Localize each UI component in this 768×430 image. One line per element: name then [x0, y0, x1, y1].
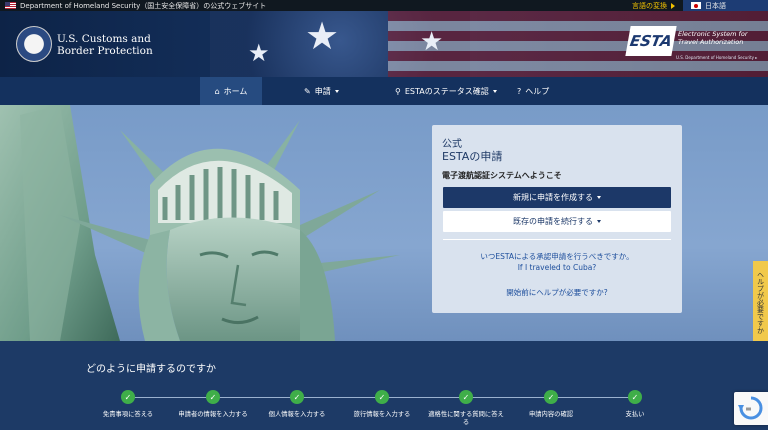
esta-logo-text: Electronic System for Travel Authorizati…: [678, 30, 748, 46]
nav-home[interactable]: ⌂ ホーム: [200, 77, 262, 105]
pencil-icon: ✎: [304, 86, 311, 96]
language-change-label: 言語の変換: [632, 1, 667, 10]
step-check-icon: ✓: [375, 390, 389, 404]
esta-logo-mark: ESTA: [625, 26, 677, 56]
gov-site-text: Department of Homeland Security（国土安全保障省）…: [20, 1, 267, 10]
language-switcher: 言語の変換 日本語: [624, 0, 768, 11]
nav-status-label: ESTAのステータス確認: [404, 86, 489, 96]
step-label: 適格性に関する質問に答える: [428, 411, 504, 426]
steps-title: どのように申請するのですか: [86, 364, 216, 375]
nav-apply-label: 申請: [314, 86, 331, 96]
step-check-icon: ✓: [628, 390, 642, 404]
welcome-panel: 公式 ESTAの申請 電子渡航認証システムへようこそ 新規に申請を作成する 既存…: [432, 125, 682, 313]
statue-of-liberty-image: [0, 105, 400, 341]
language-select[interactable]: 日本語: [683, 0, 768, 11]
esta-logo-line1: Electronic System for: [678, 30, 748, 38]
question-circle-icon: ?: [517, 86, 522, 96]
nav-apply[interactable]: ✎ 申請: [304, 77, 339, 105]
dhs-seal-logo[interactable]: [16, 26, 52, 62]
panel-title: ESTAの申請: [442, 150, 503, 163]
step-label: 支払い: [625, 411, 645, 418]
nav-help[interactable]: ? ヘルプ: [517, 77, 549, 105]
agency-name-line2: Border Protection: [57, 45, 153, 57]
star-icon: ★: [420, 27, 444, 57]
language-current-label: 日本語: [705, 1, 726, 10]
esta-logo[interactable]: ESTA Electronic System for Travel Author…: [625, 26, 760, 66]
japan-flag-icon: [691, 2, 701, 9]
panel-divider: [443, 239, 671, 240]
agency-name[interactable]: U.S. Customs and Border Protection: [57, 33, 153, 57]
arrow-right-icon: [671, 2, 675, 9]
us-flag-icon: [5, 2, 16, 9]
main-nav: ⌂ ホーム ✎ 申請 ⚲ ESTAのステータス確認 ? ヘルプ: [0, 77, 768, 105]
esta-logo-line2: Travel Authorization: [678, 38, 744, 46]
esta-logo-subtitle: U.S. Department of Homeland Security ▸: [676, 55, 758, 60]
step-check-icon: ✓: [459, 390, 473, 404]
step-label: 申請者の情報を入力する: [178, 411, 248, 418]
recaptcha-icon: [738, 396, 763, 420]
nav-status[interactable]: ⚲ ESTAのステータス確認: [395, 77, 497, 105]
site-header: ★ ★ ★ U.S. Customs and Border Protection…: [0, 11, 768, 77]
nav-home-label: ホーム: [223, 86, 248, 96]
cuba-travel-link[interactable]: If I traveled to Cuba?: [432, 263, 682, 272]
chevron-down-icon: [597, 196, 601, 199]
step-check-icon: ✓: [206, 390, 220, 404]
continue-application-button[interactable]: 既存の申請を続行する: [443, 211, 671, 232]
star-icon: ★: [305, 14, 340, 58]
help-side-tab[interactable]: ヘルプが必要ですか: [753, 261, 768, 341]
help-side-tab-label: ヘルプが必要ですか: [756, 270, 765, 334]
star-icon: ★: [248, 39, 270, 67]
chevron-down-icon: [492, 89, 497, 93]
chevron-down-icon: [334, 89, 339, 93]
step-label: 免責事項に答える: [102, 411, 154, 418]
new-application-label: 新規に申請を作成する: [513, 193, 593, 202]
need-help-link[interactable]: 開始前にヘルプが必要ですか?: [432, 287, 682, 298]
gov-banner: Department of Homeland Security（国土安全保障省）…: [0, 0, 768, 11]
search-icon: ⚲: [395, 86, 401, 96]
nav-help-label: ヘルプ: [525, 86, 550, 96]
when-to-apply-link[interactable]: いつESTAによる承認申請を行うべきですか。: [432, 251, 682, 262]
chevron-down-icon: [597, 220, 601, 223]
step-check-icon: ✓: [544, 390, 558, 404]
how-to-apply-section: どのように申請するのですか ✓ ✓ ✓ ✓ ✓ ✓ ✓ 免責事項に答える 申請者…: [0, 341, 768, 430]
home-icon: ⌂: [214, 86, 220, 96]
step-check-icon: ✓: [290, 390, 304, 404]
agency-name-line1: U.S. Customs and: [57, 33, 151, 45]
step-check-icon: ✓: [121, 390, 135, 404]
new-application-button[interactable]: 新規に申請を作成する: [443, 187, 671, 208]
language-change-link[interactable]: 言語の変換: [624, 1, 683, 11]
continue-application-label: 既存の申請を続行する: [513, 217, 593, 226]
recaptcha-badge[interactable]: [734, 392, 768, 425]
step-label: 申請内容の確認: [528, 411, 574, 418]
step-label: 個人情報を入力する: [268, 411, 326, 418]
welcome-text: 電子渡航認証システムへようこそ: [442, 171, 562, 180]
step-label: 旅行情報を入力する: [353, 411, 411, 418]
